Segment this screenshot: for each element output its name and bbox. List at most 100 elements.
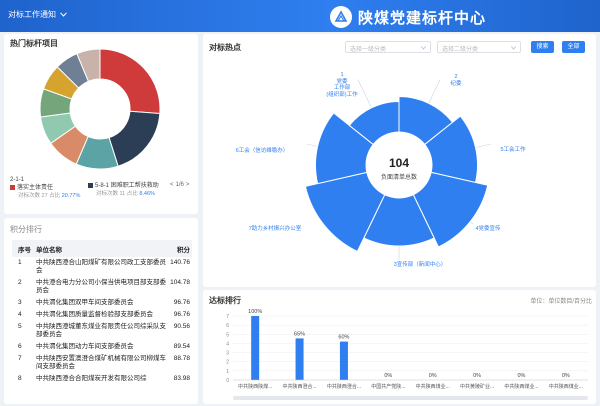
- bar[interactable]: [339, 341, 348, 380]
- table-row[interactable]: 7 中共陕西安置澳澄合煤矿机械有限公司柳煤车间支部委员会 88.78: [12, 353, 192, 373]
- ranking-header-row: 序号 单位名称 积分: [12, 240, 192, 257]
- legend-item-2[interactable]: 5-8-1 困难职工帮扶救助: [88, 182, 159, 190]
- x-category-label: 中国共产党陕...: [371, 383, 405, 390]
- chevron-down-icon: [511, 46, 516, 50]
- hotspot-label: 3宣传部（新闻中心）: [393, 262, 447, 268]
- category1-select[interactable]: 选择一级分类: [345, 41, 431, 53]
- unit-score: 104.78: [170, 279, 190, 286]
- bar[interactable]: [251, 316, 260, 380]
- chart-scrollbar[interactable]: [233, 396, 588, 400]
- bar-value-label: 100%: [248, 309, 262, 315]
- legend-pager: < 1/6 >: [170, 182, 189, 188]
- pager-prev-icon[interactable]: <: [170, 182, 174, 188]
- unit-score: 96.76: [173, 299, 190, 306]
- col-name: 单位名称: [34, 240, 169, 257]
- rank-no: 4: [18, 311, 22, 318]
- hotspot-label: 7助力乡村振兴办公室: [248, 226, 302, 232]
- notice-menu[interactable]: 对标工作通知: [8, 9, 67, 20]
- category2-placeholder: 选择二级分类: [442, 47, 479, 53]
- hotspot-label: 4党委宣传: [475, 226, 501, 232]
- y-tick-label: 1: [226, 369, 229, 375]
- unit-name: 中共渭化集团质量监督检验部支部委员会: [36, 311, 153, 318]
- legend-sub-1: 对标次数 27 占比 20.77%: [10, 192, 80, 200]
- x-category-label: 中共陕西陕煤...: [238, 383, 272, 390]
- table-row[interactable]: 1 中共陕西澄合山阳煤矿有限公司政工支部委员会 140.76: [12, 257, 192, 277]
- hotspot-label: 1 党委 工作部 (组织部)工作: [326, 72, 358, 98]
- ranking-body: 1 中共陕西澄合山阳煤矿有限公司政工支部委员会 140.76 2 中共澄合电力分公司小保…: [12, 257, 192, 385]
- y-tick-label: 0: [226, 378, 229, 384]
- center-value: 104: [389, 156, 409, 170]
- table-row[interactable]: 3 中共渭化集团双甲车间支部委员会 96.76: [12, 297, 192, 309]
- table-row[interactable]: 2 中共澄合电力分公司小保当供电项目部支部委员会 104.78: [12, 277, 192, 297]
- unit-score: 88.78: [173, 355, 190, 362]
- x-category-label: 中共陕西煤业...: [549, 383, 583, 390]
- legend-sub-text-1: 对标次数 27 占比: [18, 193, 61, 199]
- center-label: 负面清单总数: [381, 173, 417, 181]
- legend-code-1: 2-1-1: [10, 177, 25, 183]
- legend-item-1[interactable]: 落实主体责任: [10, 184, 80, 192]
- rank-no: 7: [18, 355, 22, 362]
- legend-name-1: 落实主体责任: [17, 185, 54, 191]
- donut-slice[interactable]: [99, 48, 161, 115]
- col-no: 序号: [12, 240, 34, 257]
- rank-no: 8: [18, 375, 22, 382]
- donut-slice[interactable]: [108, 110, 161, 167]
- shaanxi-coal-logo-icon: [330, 6, 352, 28]
- bar-value-label: 65%: [294, 331, 305, 337]
- hotspot-label: 5工会工作: [500, 147, 526, 153]
- table-row[interactable]: 5 中共陕西澄城董东煤业有限责任公司综采队支部委员会 90.56: [12, 321, 192, 341]
- table-row[interactable]: 4 中共渭化集团质量监督检验部支部委员会 96.76: [12, 309, 192, 321]
- unit-name: 中共陕西澄城董东煤业有限责任公司综采队支部委员会: [36, 323, 166, 338]
- chevron-down-icon: [60, 12, 67, 17]
- hotspot-title: 对标热点: [209, 43, 241, 52]
- rank-no: 1: [18, 259, 22, 266]
- unit-score: 96.76: [173, 311, 190, 318]
- legend-swatch-2: [88, 182, 93, 188]
- category2-select[interactable]: 选择二级分类: [437, 41, 521, 53]
- x-category-label: 中共陕西煤业...: [416, 383, 450, 390]
- rank-no: 2: [18, 279, 22, 286]
- bar-value-label: 0%: [473, 373, 481, 379]
- category1-placeholder: 选择一级分类: [350, 47, 387, 53]
- bar-value-label: 0%: [562, 373, 570, 379]
- bar[interactable]: [295, 338, 304, 380]
- top-header: 对标工作通知 陕煤党建标杆中心: [0, 0, 600, 32]
- y-tick-label: 2: [226, 360, 229, 366]
- hot-items-legend: 2-1-1 落实主体责任 对标次数 27 占比 20.77%: [10, 176, 80, 200]
- unit-score: 89.54: [173, 343, 190, 350]
- legend-swatch-1: [10, 184, 15, 190]
- notice-menu-label: 对标工作通知: [8, 10, 56, 19]
- x-category-label: 中共陕西煤业...: [504, 383, 538, 390]
- rank-no: 6: [18, 343, 22, 350]
- bar-value-label: 0%: [517, 373, 525, 379]
- hotspot-radial-chart: 104 负面清单总数: [304, 79, 492, 260]
- ranking-title: 积分排行: [10, 225, 42, 234]
- pager-text: 1/6: [175, 182, 184, 188]
- legend-sub-2: 对标次数 11 占比 8.46%: [88, 190, 159, 198]
- table-row[interactable]: 6 中共渭化集团动力车间支部委员会 89.54: [12, 341, 192, 353]
- legend-pct-1: 20.77%: [61, 193, 81, 199]
- hot-items-legend-2: 5-8-1 困难职工帮扶救助 对标次数 11 占比 8.46%: [88, 182, 159, 198]
- compliance-bar-chart: 0 1 2 3 4 5 6 7 100% 中共陕西陕煤... 65% 中共陕西澄合... 60% 中共陕西…: [226, 309, 588, 400]
- rank-no: 5: [18, 323, 22, 330]
- all-button[interactable]: 全部: [562, 41, 585, 53]
- search-button[interactable]: 搜索: [531, 41, 554, 53]
- unit-name: 中共渭化集团动力车间支部委员会: [36, 343, 134, 350]
- pager-next-icon[interactable]: >: [186, 182, 190, 188]
- x-category-label: 中共陕西澄合...: [282, 383, 316, 390]
- unit-name: 中共陕西澄合合阳煤炭开发有限公司综: [36, 375, 147, 382]
- bar-value-label: 0%: [384, 373, 392, 379]
- y-tick-label: 6: [226, 323, 229, 329]
- unit-score: 83.98: [173, 375, 190, 382]
- y-tick-label: 3: [226, 351, 229, 357]
- unit-name: 中共渭化集团双甲车间支部委员会: [36, 299, 134, 306]
- table-row[interactable]: 8 中共陕西澄合合阳煤炭开发有限公司综 83.98: [12, 373, 192, 385]
- rank-no: 3: [18, 299, 22, 306]
- hotspot-label: 6工会（信访维稳办）: [235, 148, 289, 154]
- y-tick-label: 7: [226, 314, 229, 320]
- legend-code-2: 5-8-1: [95, 183, 110, 189]
- unit-name: 中共陕西安置澳澄合煤矿机械有限公司柳煤车间支部委员会: [36, 355, 166, 370]
- legend-name-2: 困难职工帮扶救助: [110, 183, 159, 189]
- x-category-label: 中共黄陵矿业...: [460, 383, 494, 390]
- col-score: 积分: [168, 240, 192, 257]
